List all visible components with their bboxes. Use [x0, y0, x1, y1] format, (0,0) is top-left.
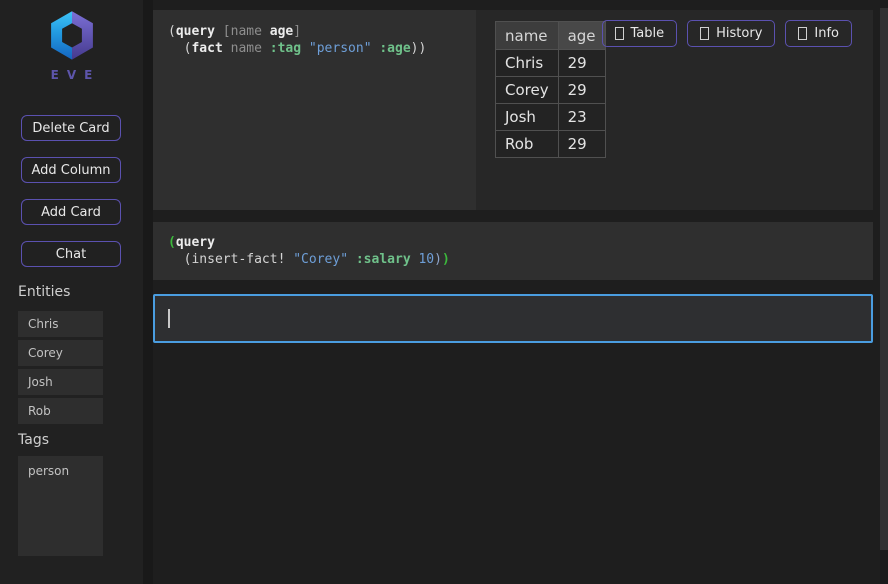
table-cell: Corey: [496, 77, 559, 104]
toolbar-button-label: History: [716, 26, 762, 41]
scrollbar-track: [880, 0, 888, 584]
history-icon: [700, 27, 709, 40]
tags-heading: Tags: [18, 432, 49, 448]
sidebar-divider: [143, 0, 153, 584]
logo-wordmark: EVE: [0, 68, 143, 82]
toolbar-button-label: Table: [631, 26, 665, 41]
entity-item-josh[interactable]: Josh: [18, 369, 103, 395]
sidebar-button-delete-card[interactable]: Delete Card: [21, 115, 121, 141]
toolbar-button-history[interactable]: History: [687, 20, 775, 47]
table-cell: Josh: [496, 104, 559, 131]
toolbar-button-info[interactable]: Info: [785, 20, 852, 47]
table-icon: [615, 27, 624, 40]
sidebar-button-add-card[interactable]: Add Card: [21, 199, 121, 225]
sidebar-actions: Delete Card Add Column Add Card Chat: [21, 115, 121, 283]
query-code[interactable]: (query [name age] (fact name :tag "perso…: [153, 10, 476, 70]
entity-item-chris[interactable]: Chris: [18, 311, 103, 337]
table-cell: 29: [558, 50, 605, 77]
sidebar: EVE Delete Card Add Column Add Card Chat En…: [0, 0, 143, 584]
toolbar-button-table[interactable]: Table: [602, 20, 678, 47]
table-row: Rob29: [496, 131, 606, 158]
code-editor-insert[interactable]: (query (insert-fact! "Corey" :salary 10)…: [153, 222, 873, 280]
main-area: (query [name age] (fact name :tag "perso…: [153, 0, 873, 584]
code-editor-query[interactable]: (query [name age] (fact name :tag "perso…: [153, 10, 476, 210]
sidebar-button-chat[interactable]: Chat: [21, 241, 121, 267]
tag-item-person[interactable]: person: [18, 456, 103, 556]
insert-code[interactable]: (query (insert-fact! "Corey" :salary 10)…: [153, 222, 873, 280]
table-row: Josh23: [496, 104, 606, 131]
table-cell: Rob: [496, 131, 559, 158]
table-cell: 29: [558, 131, 605, 158]
eve-cube-icon: [39, 8, 105, 65]
table-header-row: nameage: [496, 22, 606, 50]
table-row: Chris29: [496, 50, 606, 77]
text-cursor: [168, 309, 170, 328]
eve-app-window: EVE Delete Card Add Column Add Card Chat En…: [0, 0, 888, 584]
column-header-age[interactable]: age: [558, 22, 605, 50]
sidebar-button-add-column[interactable]: Add Column: [21, 157, 121, 183]
card-toolbar: Table History Info: [602, 20, 852, 47]
query-card: (query [name age] (fact name :tag "perso…: [153, 10, 873, 210]
insert-card: (query (insert-fact! "Corey" :salary 10)…: [153, 222, 873, 280]
table-cell: Chris: [496, 50, 559, 77]
table-cell: 23: [558, 104, 605, 131]
entity-item-rob[interactable]: Rob: [18, 398, 103, 424]
scrollbar-thumb[interactable]: [880, 8, 888, 550]
entity-list: Chris Corey Josh Rob: [18, 311, 103, 427]
toolbar-button-label: Info: [814, 26, 839, 41]
table-cell: 29: [558, 77, 605, 104]
column-header-name[interactable]: name: [496, 22, 559, 50]
tag-list: person: [18, 456, 103, 556]
info-icon: [798, 27, 807, 40]
query-result-panel: nameageChris29Corey29Josh23Rob29 TableHi…: [476, 10, 873, 210]
table-row: Corey29: [496, 77, 606, 104]
new-code-input[interactable]: [153, 294, 873, 343]
result-table: nameageChris29Corey29Josh23Rob29: [495, 21, 606, 158]
entities-heading: Entities: [18, 284, 70, 300]
entity-item-corey[interactable]: Corey: [18, 340, 103, 366]
eve-logo: EVE: [0, 8, 143, 82]
